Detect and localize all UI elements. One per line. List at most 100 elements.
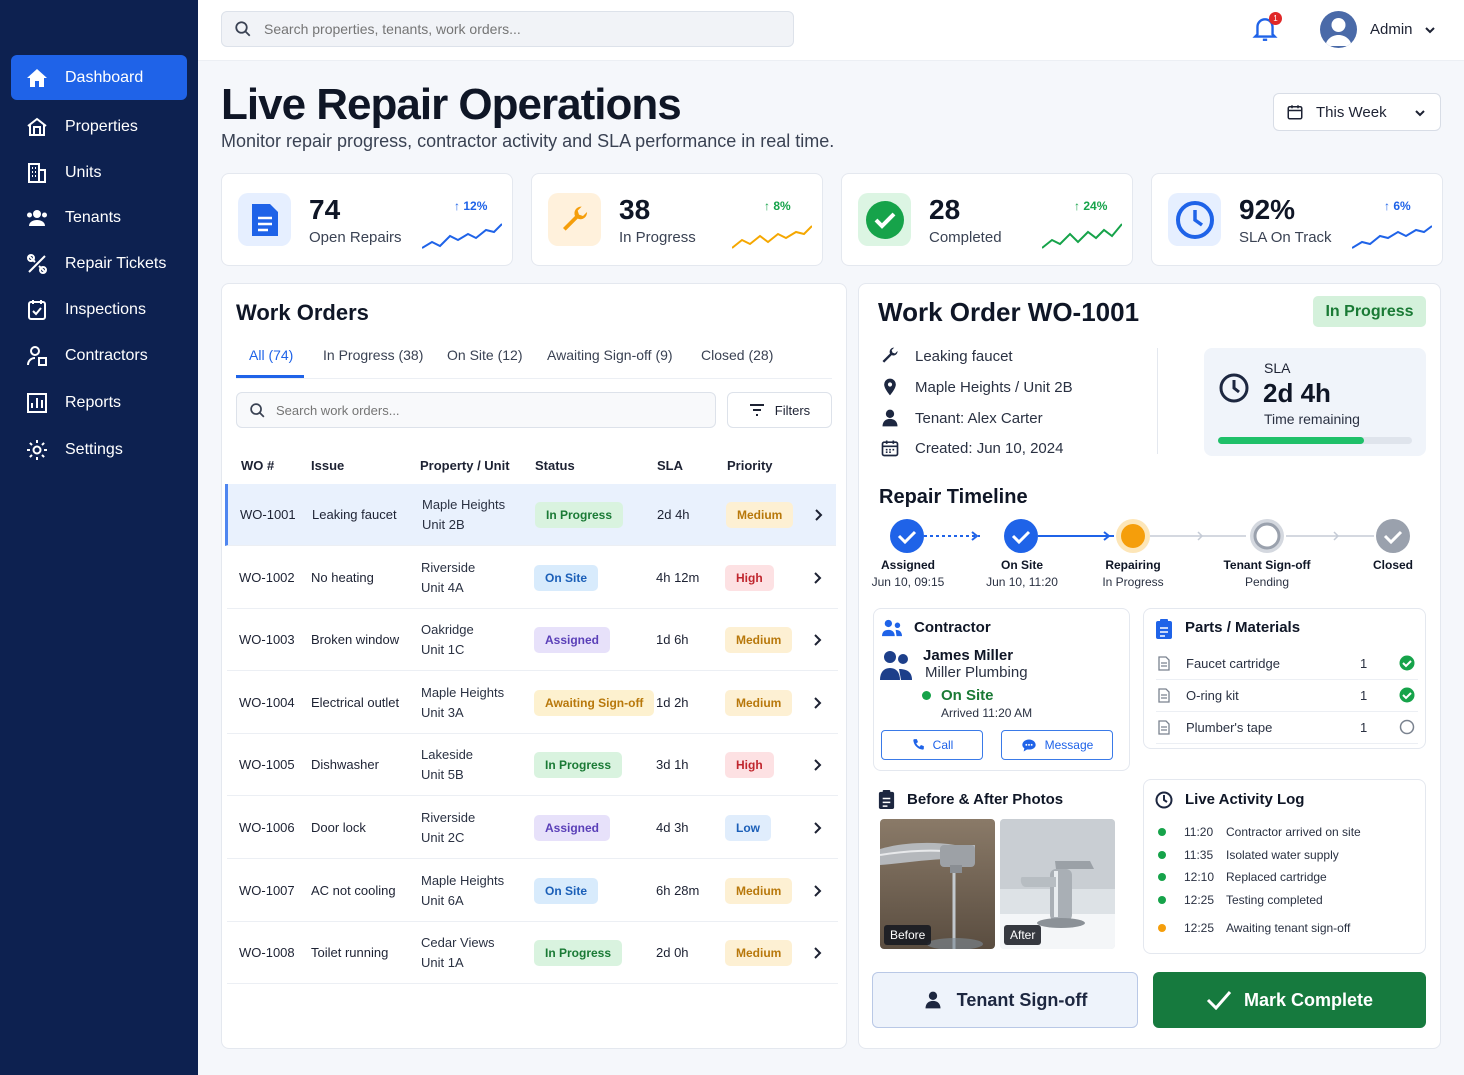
wo-sla: 4h 12m [656,569,700,585]
after-photo[interactable]: After [1000,819,1115,949]
kpi-label: In Progress [619,229,696,246]
tab-awaiting-signoff[interactable]: Awaiting Sign-off (9) [547,347,673,363]
sidebar-item-label: Inspections [65,300,146,318]
message-button[interactable]: Message [1001,730,1113,760]
kpi-value: 28 [929,194,961,225]
wo-issue: AC not cooling [311,882,396,898]
chevron-down-icon[interactable] [1424,24,1436,36]
status-badge: In Progress [534,940,623,967]
global-search[interactable] [221,11,794,47]
phone-icon [912,739,924,750]
status-badge: In Progress [1313,296,1426,327]
timeline-connector [1150,531,1246,541]
column-header[interactable]: Priority [727,458,773,473]
tab-closed[interactable]: Closed (28) [701,347,773,363]
wo-issue: Leaking faucet [312,507,397,522]
wo-sla: 4d 3h [656,820,689,835]
document-icon [238,193,291,246]
call-button[interactable]: Call [881,730,983,760]
sidebar-item-tenants[interactable]: Tenants [11,195,187,240]
search-input[interactable] [264,21,744,37]
status-badge: In Progress [534,752,623,779]
empty-circle-icon[interactable] [1399,719,1415,735]
search-input[interactable] [276,402,676,418]
sidebar-item-reports[interactable]: Reports [11,380,187,425]
column-header[interactable]: Issue [311,458,344,473]
sidebar-item-properties[interactable]: Properties [11,104,187,149]
kpi-value: 74 [309,194,341,225]
work-orders-search[interactable] [236,392,716,428]
chevron-right-icon[interactable] [812,758,822,772]
table-row[interactable]: WO-1001 Leaking faucet Maple Heights Unit 2… [225,484,836,546]
column-header[interactable]: Property / Unit [420,458,510,473]
filters-button[interactable]: Filters [727,392,832,428]
people-icon [27,209,47,226]
calendar-icon [881,440,899,457]
check-circle-icon[interactable] [1399,687,1415,703]
kpi-value: 92% [1239,194,1296,225]
avatar[interactable] [1320,11,1357,48]
tenant-signoff-button[interactable]: Tenant Sign-off [872,972,1138,1028]
notification-badge: 1 [1269,12,1282,25]
sidebar-item-units[interactable]: Units [11,150,187,195]
kpi-open-repairs[interactable]: 74 Open Repairs ↑ 12% [221,173,513,266]
part-name: O-ring kit [1186,688,1239,703]
chevron-right-icon[interactable] [812,696,822,710]
sidebar-item-label: Properties [65,117,138,135]
mark-complete-button[interactable]: Mark Complete [1153,972,1426,1028]
tab-all[interactable]: All (74) [249,347,293,363]
chevron-right-icon[interactable] [812,633,822,647]
workers-icon [880,651,912,680]
kpi-change: ↑ 24% [1074,199,1108,213]
arrow-up-icon: ↑ [764,199,774,213]
notifications-button[interactable]: 1 [1252,12,1282,43]
sidebar-item-label: Units [65,163,102,181]
sidebar-item-repair-tickets[interactable]: Repair Tickets [11,241,187,286]
chevron-right-icon[interactable] [812,884,822,898]
check-circle-icon[interactable] [1399,655,1415,671]
sidebar-item-dashboard[interactable]: Dashboard [11,55,187,100]
sparkline [1352,225,1432,249]
table-row[interactable]: WO-1008 Toilet running Cedar Views Unit 1A I… [227,922,838,985]
activity-time: 12:10 [1184,870,1215,885]
tab-in-progress[interactable]: In Progress (38) [323,347,423,363]
location-pin-icon [884,378,896,396]
chevron-right-icon[interactable] [812,821,822,835]
wo-property: Maple Heights Unit 3A [421,684,505,720]
sidebar-item-contractors[interactable]: Contractors [11,333,187,378]
table-row[interactable]: WO-1007 AC not cooling Maple Heights Unit 6… [227,860,838,922]
chevron-right-icon[interactable] [812,571,822,585]
chevron-right-icon[interactable] [813,508,823,522]
tab-on-site[interactable]: On Site (12) [447,347,522,363]
table-row[interactable]: WO-1004 Electrical outlet Maple Heights Uni… [227,672,838,734]
kpi-completed[interactable]: 28 Completed ↑ 24% [841,173,1133,266]
sidebar-item-inspections[interactable]: Inspections [11,287,187,332]
kpi-sla-on-track[interactable]: 92% SLA On Track ↑ 6% [1151,173,1443,266]
table-row[interactable]: WO-1003 Broken window Oakridge Unit 1C Assig… [227,609,838,672]
table-row[interactable]: WO-1002 No heating Riverside Unit 4A On Site… [227,547,838,609]
status-dot [1158,924,1166,933]
sla-card: SLA 2d 4h Time remaining [1204,348,1426,456]
before-photo[interactable]: Before [880,819,995,949]
status-badge: Assigned [534,627,611,654]
wo-property: Maple Heights Unit 6A [421,872,505,908]
date-range-select[interactable]: This Week [1273,93,1441,131]
arrow-up-icon: ↑ [1384,199,1394,213]
kpi-in-progress[interactable]: 38 In Progress ↑ 8% [531,173,823,266]
activity-time: 12:25 [1184,921,1215,936]
chevron-right-icon[interactable] [812,946,822,960]
user-name[interactable]: Admin [1370,21,1413,38]
table-row[interactable]: WO-1006 Door lock Riverside Unit 2C Assigned… [227,797,838,859]
column-header[interactable]: Status [535,458,575,473]
search-icon [235,21,251,37]
activity-item: 12:25 Awaiting tenant sign-off [1158,921,1350,935]
column-header[interactable]: SLA [657,458,683,473]
contractor-company: Miller Plumbing [925,664,1028,681]
search-icon [250,402,265,417]
arrow-up-icon: ↑ [1074,199,1084,213]
wo-id: WO-1007 [239,882,295,898]
sidebar-item-settings[interactable]: Settings [11,427,187,472]
column-header[interactable]: WO # [241,458,274,473]
wo-sla: 3d 1h [656,757,689,773]
table-row[interactable]: WO-1005 Dishwasher Lakeside Unit 5B In Progr… [227,734,838,797]
